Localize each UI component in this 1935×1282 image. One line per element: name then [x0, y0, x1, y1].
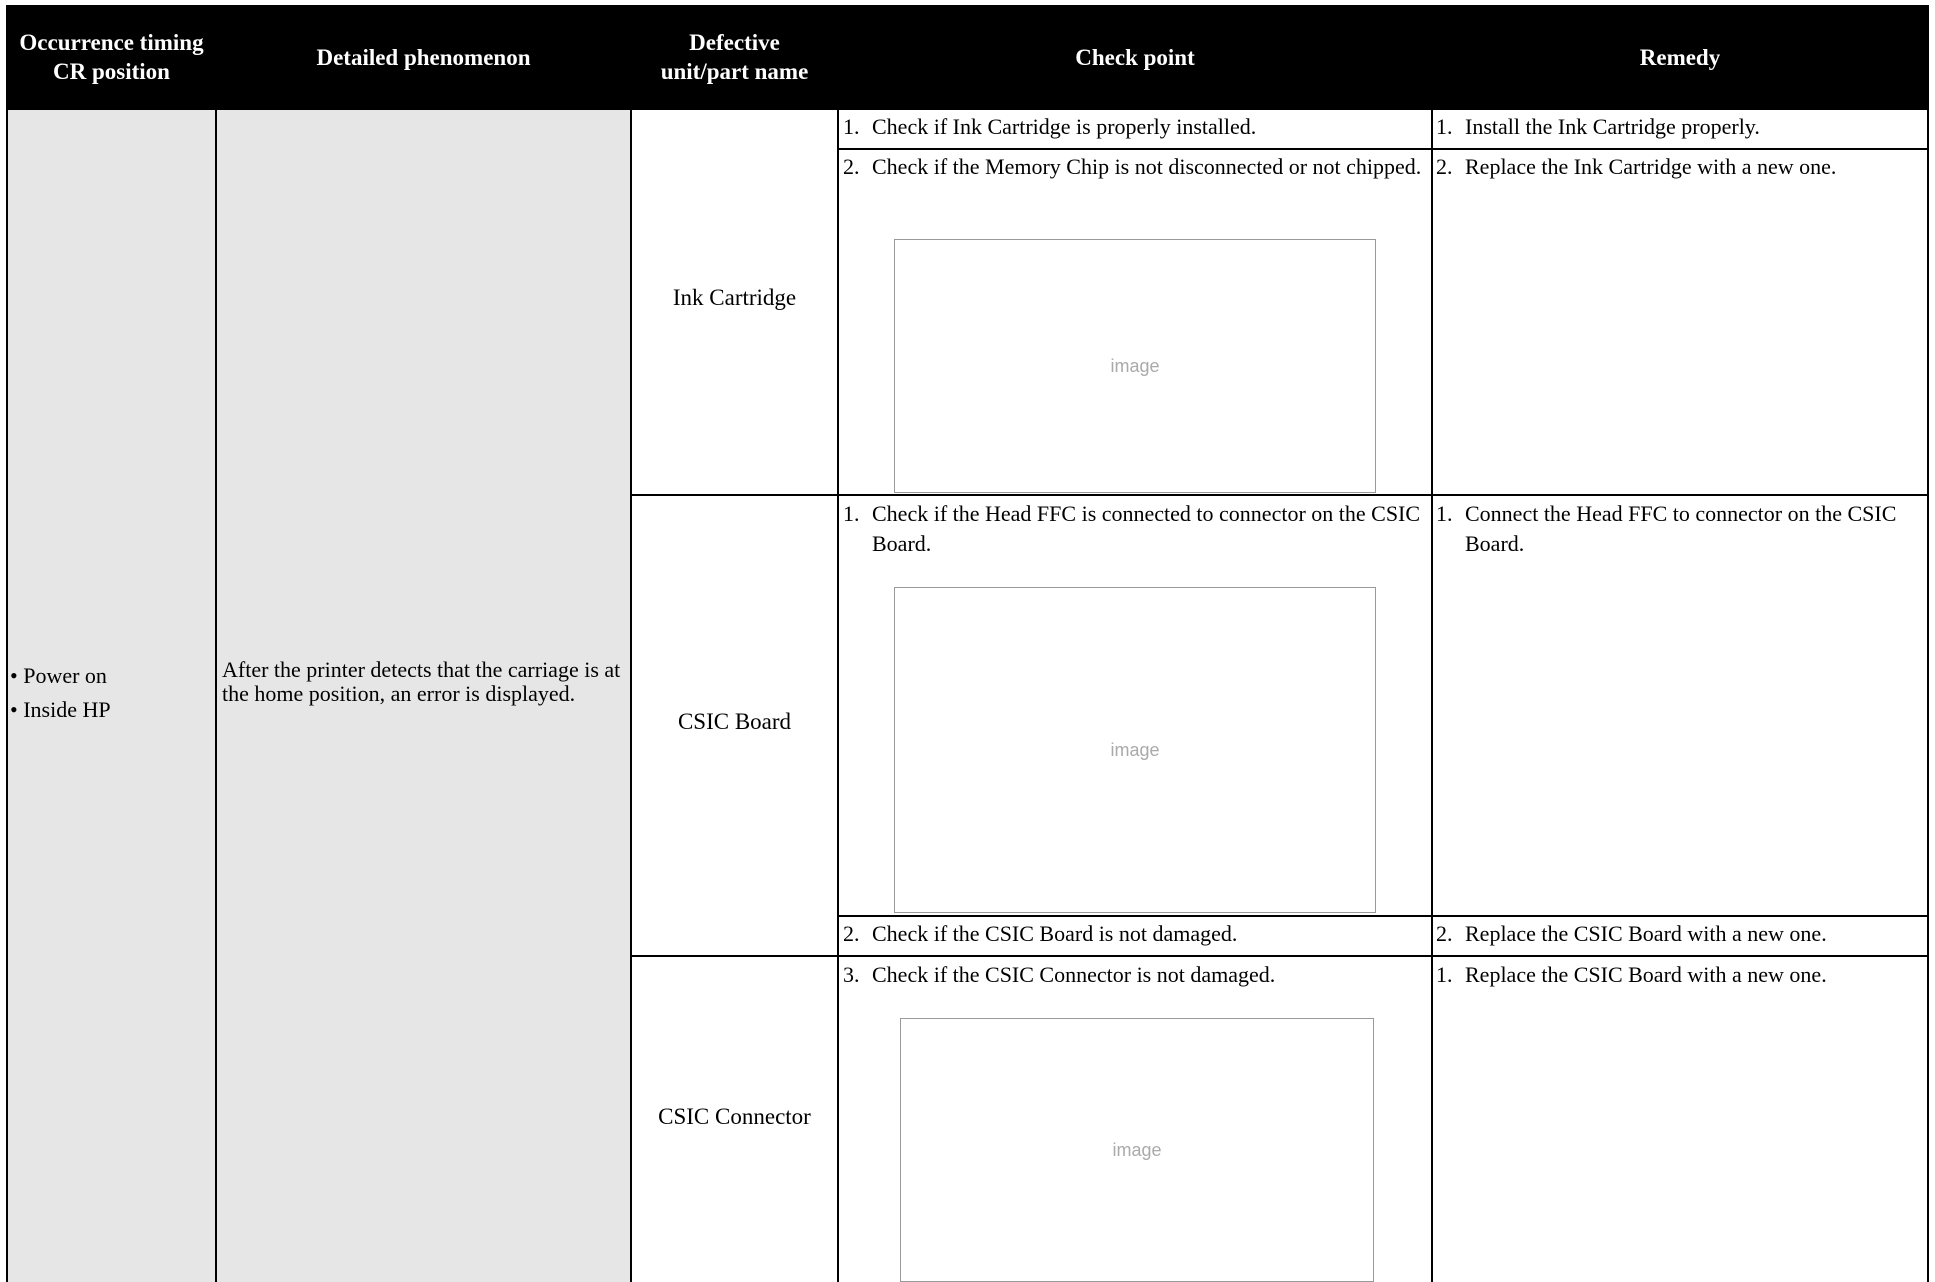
grid-line — [215, 5, 217, 1282]
grid-line — [630, 5, 632, 1282]
grid-line — [6, 5, 8, 1282]
timing-item-power-on: • Power on — [10, 663, 107, 688]
remedy-ink-1: 1. Install the Ink Cartridge properly. — [1436, 114, 1760, 139]
grid-line — [837, 5, 839, 1282]
memory-chip-photo: image — [894, 239, 1376, 493]
remedy-csic-1: 1. Connect the Head FFC to connector on t… — [1436, 501, 1897, 556]
timing-item-inside-hp: • Inside HP — [10, 697, 111, 722]
check-point-csic-2: 2. Check if the CSIC Board is not damaged… — [843, 921, 1238, 946]
grid-line — [630, 494, 1929, 496]
grid-line — [630, 955, 1929, 957]
header-check-point: Check point — [839, 5, 1431, 109]
part-csic-board: CSIC Board — [677, 709, 792, 734]
part-ink-cartridge: Ink Cartridge — [672, 285, 797, 310]
remedy-connector-1: 1. Replace the CSIC Board with a new one. — [1436, 962, 1827, 987]
csic-connector-photo: image — [900, 1018, 1374, 1282]
grid-line — [1927, 5, 1929, 1282]
check-point-ink-2: 2. Check if the Memory Chip is not discon… — [843, 154, 1422, 179]
csic-board-photo: image — [894, 587, 1376, 913]
header-occurrence-timing: Occurrence timing CR position — [8, 5, 215, 109]
remedy-ink-2: 2. Replace the Ink Cartridge with a new o… — [1436, 154, 1837, 179]
check-point-ink-1: 1. Check if Ink Cartridge is properly ins… — [843, 114, 1257, 139]
header-defective-part: Defective unit/part name — [632, 5, 837, 109]
part-csic-connector: CSIC Connector — [658, 1104, 811, 1129]
remedy-csic-2: 2. Replace the CSIC Board with a new one. — [1436, 921, 1827, 946]
grid-line — [6, 108, 1929, 110]
header-remedy: Remedy — [1433, 5, 1927, 109]
check-point-csic-1: 1. Check if the Head FFC is connected to … — [843, 501, 1421, 556]
grid-line — [837, 148, 1929, 150]
grid-line — [837, 915, 1929, 917]
header-detailed-phenomenon: Detailed phenomenon — [217, 5, 630, 109]
grid-line — [1431, 5, 1433, 1282]
phenomenon-text: After the printer detects that the carri… — [222, 657, 621, 706]
check-point-connector-3: 3. Check if the CSIC Connector is not dam… — [843, 962, 1276, 987]
occurrence-timing-list: • Power on • Inside HP — [10, 659, 111, 727]
